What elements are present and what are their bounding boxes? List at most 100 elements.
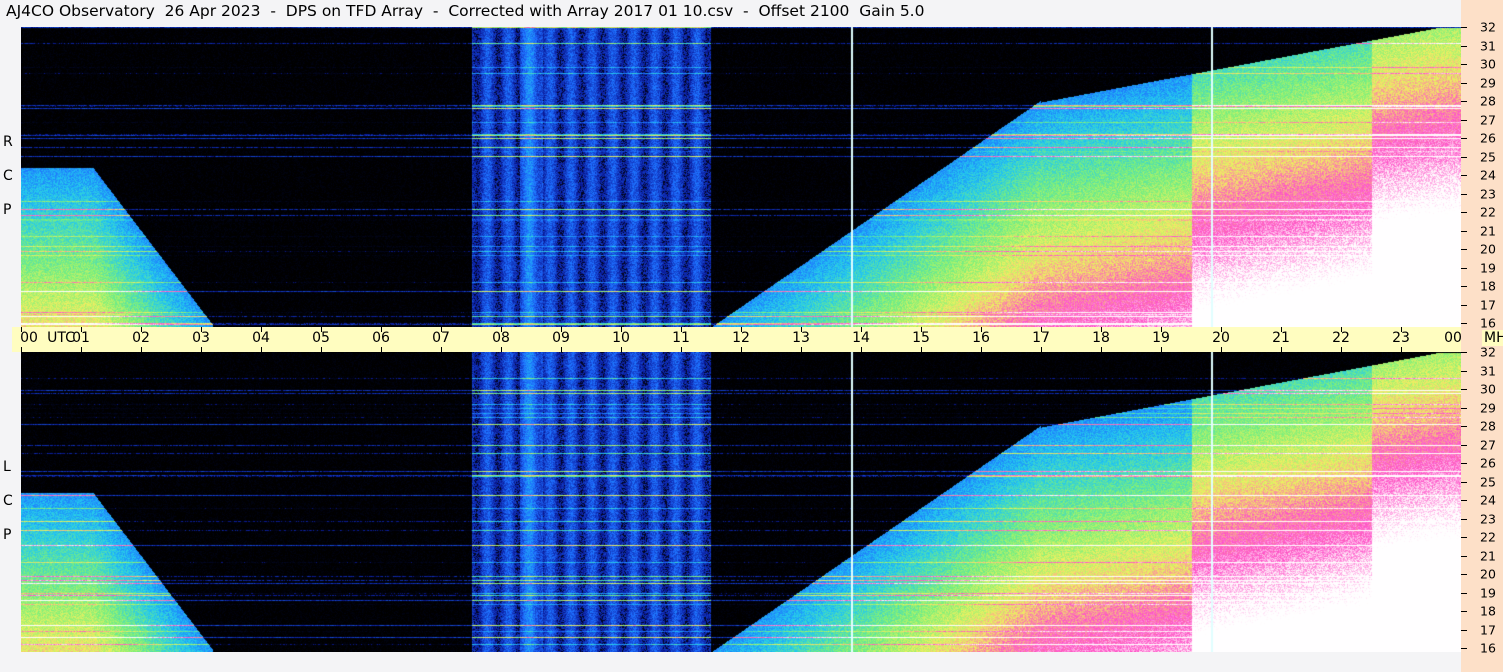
- freq-tick: [1461, 463, 1467, 464]
- time-tick-label: 12: [732, 330, 750, 346]
- time-tick-label: 18: [1092, 330, 1110, 346]
- spectrogram-window: AJ4CO Observatory 26 Apr 2023 - DPS on T…: [0, 0, 1503, 672]
- freq-tick: [1461, 555, 1467, 557]
- freq-tick-label: 26: [1480, 130, 1496, 146]
- polarization-letter: P: [3, 202, 12, 218]
- y-axis-unit: MHz: [1482, 330, 1503, 346]
- utc-time-axis: 00 01 02 03 04 05 06 07 08 09 10 11 12 13 14 15 16 17 18 19…: [12, 327, 1462, 352]
- freq-tick: [1461, 267, 1467, 269]
- time-tick-label: 04: [252, 330, 270, 346]
- freq-tick-label: 18: [1480, 278, 1496, 294]
- freq-tick-label: 32: [1480, 19, 1496, 35]
- time-tick-label: 10: [612, 330, 630, 346]
- freq-tick-label: 28: [1480, 418, 1496, 434]
- freq-tick-label: 17: [1480, 297, 1496, 312]
- freq-tick: [1461, 370, 1467, 372]
- freq-tick-label: 29: [1480, 75, 1496, 90]
- freq-tick: [1461, 156, 1467, 158]
- freq-tick: [1461, 286, 1467, 287]
- polarization-letter: P: [3, 527, 12, 543]
- lcp-heatmap: [21, 352, 1461, 652]
- freq-tick: [1461, 648, 1467, 649]
- freq-tick: [1461, 389, 1467, 390]
- freq-tick-label: 24: [1480, 492, 1496, 508]
- freq-tick-label: 16: [1480, 640, 1496, 656]
- rcp-spectrogram-panel: [21, 27, 1461, 327]
- freq-tick-label: 23: [1480, 186, 1496, 201]
- freq-tick-label: 27: [1480, 437, 1496, 452]
- freq-tick: [1461, 426, 1467, 427]
- polarization-letter: C: [3, 493, 13, 509]
- freq-tick-label: 27: [1480, 112, 1496, 127]
- freq-tick-label: 18: [1480, 603, 1496, 619]
- time-tick-label: 21: [1272, 330, 1290, 346]
- freq-tick: [1461, 27, 1467, 28]
- freq-tick: [1461, 101, 1467, 102]
- time-tick-label: 07: [432, 330, 450, 346]
- freq-tick-label: 30: [1480, 381, 1496, 397]
- freq-tick: [1461, 481, 1467, 483]
- freq-tick: [1461, 212, 1467, 213]
- freq-tick-label: 30: [1480, 56, 1496, 72]
- freq-tick: [1461, 592, 1467, 594]
- freq-tick: [1461, 629, 1467, 631]
- time-tick-label: 02: [132, 330, 150, 346]
- freq-tick-label: 17: [1480, 622, 1496, 637]
- freq-tick: [1461, 175, 1467, 176]
- x-axis-label: UTC: [47, 330, 75, 346]
- freq-tick-label: 32: [1480, 344, 1496, 360]
- time-tick-label: 00: [1444, 330, 1462, 346]
- freq-tick: [1461, 323, 1467, 324]
- freq-tick: [1461, 193, 1467, 195]
- freq-tick-label: 20: [1480, 241, 1496, 257]
- freq-tick-label: 29: [1480, 400, 1496, 415]
- freq-tick: [1461, 304, 1467, 306]
- freq-tick: [1461, 444, 1467, 446]
- lcp-spectrogram-panel: [21, 352, 1461, 652]
- time-tick-label: 03: [192, 330, 210, 346]
- time-tick-label: 09: [552, 330, 570, 346]
- freq-tick: [1461, 574, 1467, 575]
- freq-tick-label: 21: [1480, 223, 1496, 238]
- freq-tick-label: 20: [1480, 566, 1496, 582]
- time-tick-label: 13: [792, 330, 810, 346]
- freq-tick: [1461, 537, 1467, 538]
- time-tick-label: 23: [1392, 330, 1410, 346]
- time-tick-label: 15: [912, 330, 930, 346]
- freq-tick: [1461, 64, 1467, 65]
- freq-tick-label: 25: [1480, 149, 1496, 164]
- freq-tick-label: 21: [1480, 548, 1496, 563]
- freq-tick: [1461, 352, 1467, 353]
- freq-tick-label: 31: [1480, 363, 1496, 378]
- freq-tick-label: 25: [1480, 474, 1496, 489]
- freq-tick: [1461, 500, 1467, 501]
- freq-tick: [1461, 518, 1467, 520]
- freq-tick-label: 28: [1480, 93, 1496, 109]
- chart-title: AJ4CO Observatory 26 Apr 2023 - DPS on T…: [6, 2, 925, 20]
- time-tick-label: 08: [492, 330, 510, 346]
- freq-tick: [1461, 119, 1467, 121]
- time-tick-label: 06: [372, 330, 390, 346]
- freq-tick: [1461, 45, 1467, 47]
- freq-tick-label: 22: [1480, 529, 1496, 545]
- time-tick-label: 17: [1032, 330, 1050, 346]
- freq-tick-label: 19: [1480, 585, 1496, 600]
- time-tick-label: 11: [672, 330, 690, 346]
- rcp-heatmap: [21, 27, 1461, 327]
- freq-tick: [1461, 407, 1467, 409]
- freq-tick: [1461, 138, 1467, 139]
- time-tick-label: 20: [1212, 330, 1230, 346]
- freq-tick-label: 16: [1480, 315, 1496, 331]
- freq-tick-label: 24: [1480, 167, 1496, 183]
- freq-tick: [1461, 611, 1467, 612]
- freq-tick-label: 26: [1480, 455, 1496, 471]
- freq-tick: [1461, 82, 1467, 84]
- time-tick-label: 22: [1332, 330, 1350, 346]
- polarization-letter: L: [3, 459, 11, 475]
- polarization-letter: C: [3, 168, 13, 184]
- time-tick-label: 19: [1152, 330, 1170, 346]
- time-tick-label: 00: [20, 330, 38, 346]
- freq-tick: [1461, 249, 1467, 250]
- polarization-letter: R: [3, 134, 13, 150]
- freq-tick-label: 31: [1480, 38, 1496, 53]
